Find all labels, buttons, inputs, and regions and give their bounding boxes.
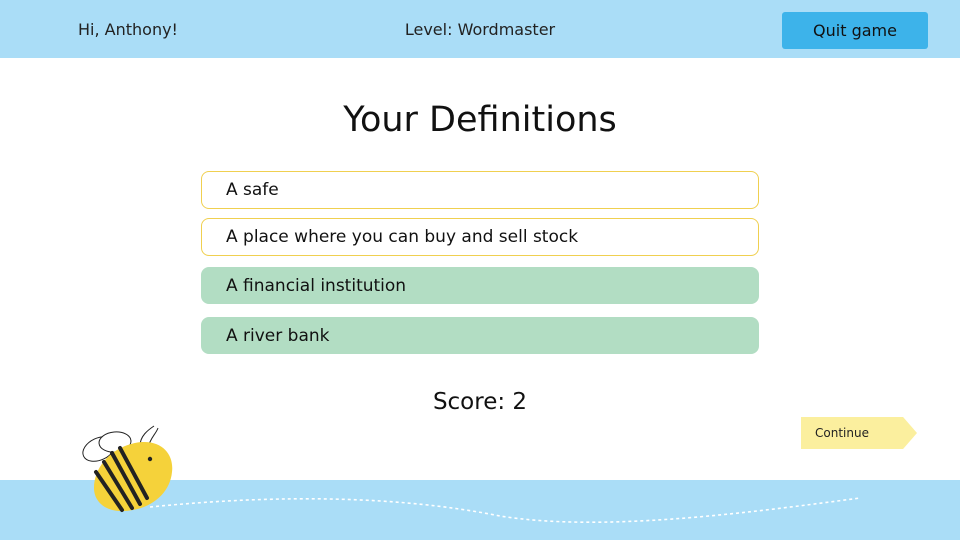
continue-button[interactable]: Continue [801, 417, 917, 449]
quit-game-button[interactable]: Quit game [782, 12, 928, 49]
definition-option-safe[interactable]: A safe [201, 171, 759, 209]
top-bar: Hi, Anthony! Level: Wordmaster Quit game [0, 0, 960, 58]
score-display: Score: 2 [432, 389, 528, 415]
bee-mascot-icon [82, 425, 173, 512]
page-title: Your Definitions [343, 100, 617, 140]
definition-option-stock-market[interactable]: A place where you can buy and sell stock [201, 218, 759, 256]
definition-option-river-bank[interactable]: A river bank [201, 317, 759, 354]
definition-option-financial-institution[interactable]: A financial institution [201, 267, 759, 304]
